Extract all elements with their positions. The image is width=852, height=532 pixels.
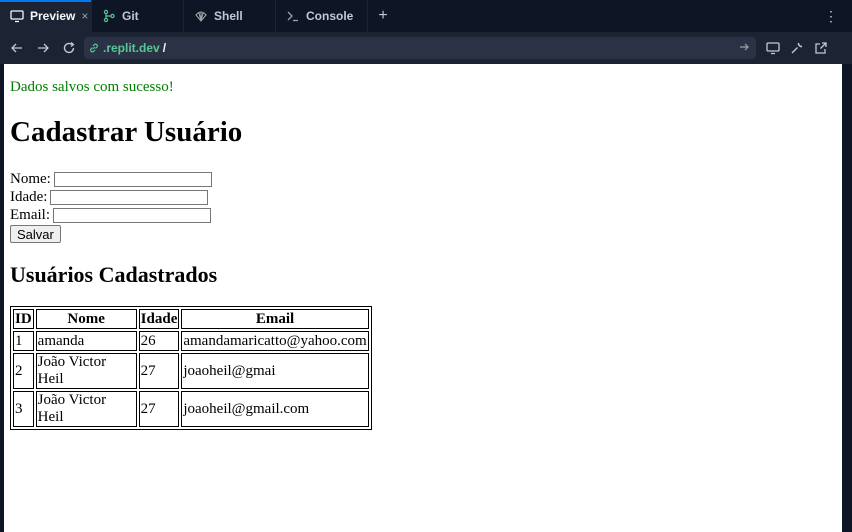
cell-name: amanda	[35, 331, 137, 351]
terminal-prompt-icon	[287, 11, 298, 22]
cell-name: João Victor Heil	[35, 391, 137, 427]
name-row: Nome:	[10, 170, 212, 188]
cell-age: 26	[138, 331, 180, 351]
shell-icon	[195, 11, 207, 22]
cell-id: 1	[13, 331, 34, 351]
email-row: Email:	[10, 206, 212, 224]
page-title: Cadastrar Usuário	[10, 116, 243, 148]
table-row: 3 João Victor Heil 27 joaoheil@gmail.com	[13, 391, 369, 427]
name-label: Nome:	[10, 171, 51, 187]
link-icon	[90, 43, 98, 53]
external-link-icon	[815, 42, 827, 54]
tab-preview-label: Preview	[30, 9, 76, 23]
more-options-icon[interactable]: ⋮	[824, 8, 838, 24]
tab-shell[interactable]: Shell	[184, 0, 276, 32]
url-host: .replit.dev	[103, 41, 160, 55]
workspace-tab-bar: Preview × Git Shell Console + ⋮	[0, 0, 852, 32]
back-button[interactable]	[4, 36, 30, 60]
cell-id: 2	[13, 353, 34, 389]
email-label: Email:	[10, 207, 50, 223]
reload-button[interactable]	[56, 36, 82, 60]
age-row: Idade:	[10, 188, 212, 206]
tab-preview[interactable]: Preview ×	[0, 0, 92, 32]
age-label: Idade:	[10, 189, 48, 205]
tab-console-label: Console	[306, 9, 354, 23]
arrow-right-icon	[38, 43, 49, 53]
tab-git-label: Git	[122, 9, 139, 23]
cell-age: 27	[138, 353, 180, 389]
go-arrow-icon[interactable]	[738, 41, 750, 56]
header-email: Email	[181, 309, 369, 329]
close-tab-icon[interactable]: ×	[81, 9, 88, 23]
header-id: ID	[13, 309, 34, 329]
viewport-gutter	[842, 64, 852, 532]
cell-email: joaoheil@gmai	[181, 353, 369, 389]
preview-address-bar: .replit.dev /	[0, 32, 852, 64]
cell-age: 27	[138, 391, 180, 427]
age-input[interactable]	[50, 189, 209, 205]
cell-name: João Victor Heil	[35, 353, 137, 389]
save-button[interactable]: Salvar	[10, 225, 61, 243]
header-name: Nome	[35, 309, 137, 329]
devtools-button[interactable]	[764, 38, 782, 58]
name-input[interactable]	[53, 171, 212, 187]
cell-email: joaoheil@gmail.com	[181, 391, 369, 427]
new-tab-button[interactable]: +	[368, 0, 398, 32]
users-table: ID Nome Idade Email 1 amanda 26 amandama…	[10, 306, 372, 430]
open-new-tab-button[interactable]	[812, 38, 830, 58]
cell-id: 3	[13, 391, 34, 427]
arrow-left-icon	[11, 43, 22, 53]
tab-console[interactable]: Console	[276, 0, 368, 32]
monitor-icon	[766, 42, 780, 55]
table-row: 2 João Victor Heil 27 joaoheil@gmai	[13, 353, 369, 389]
tab-shell-label: Shell	[214, 9, 243, 23]
success-message: Dados salvos com sucesso!	[10, 79, 174, 95]
cell-email: amandamaricatto@yahoo.com	[181, 331, 369, 351]
git-branch-icon	[103, 9, 115, 23]
users-list-title: Usuários Cadastrados	[10, 262, 218, 287]
table-header-row: ID Nome Idade Email	[13, 309, 369, 329]
tab-git[interactable]: Git	[92, 0, 184, 32]
wrench-icon	[791, 42, 803, 54]
user-form: Nome: Idade: Email: Salvar	[10, 170, 212, 244]
header-age: Idade	[138, 309, 180, 329]
monitor-icon	[10, 10, 24, 23]
email-input[interactable]	[53, 207, 211, 223]
reload-icon	[63, 41, 75, 54]
wrench-button[interactable]	[788, 38, 806, 58]
table-row: 1 amanda 26 amandamaricatto@yahoo.com	[13, 331, 369, 351]
address-bar-actions	[764, 38, 830, 58]
url-path: /	[162, 41, 167, 55]
forward-button[interactable]	[30, 36, 56, 60]
url-field[interactable]: .replit.dev /	[84, 37, 756, 59]
preview-viewport: Dados salvos com sucesso! Cadastrar Usuá…	[4, 64, 842, 532]
